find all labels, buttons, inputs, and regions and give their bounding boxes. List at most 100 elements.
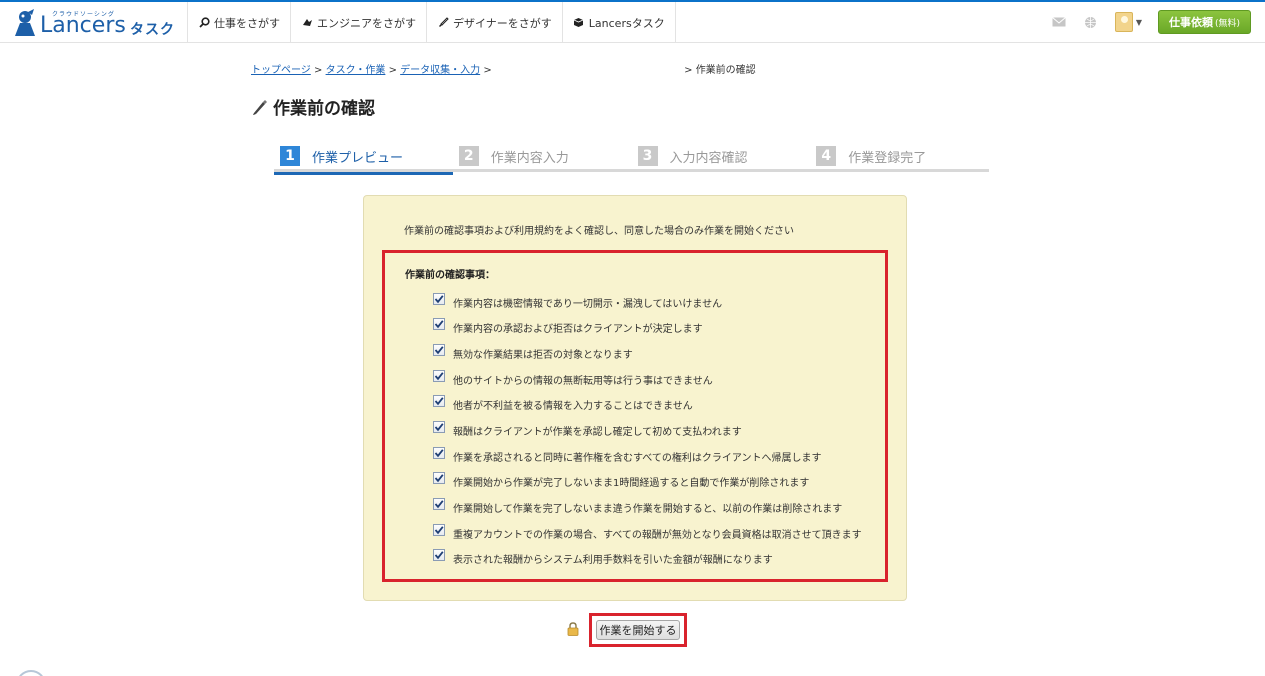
checklist-item: 作業を承認されると同時に著作権を含むすべての権利はクライアントへ帰属します	[433, 447, 822, 464]
breadcrumb-tasks[interactable]: タスク・作業	[326, 65, 386, 76]
breadcrumb-current: 作業前の確認	[695, 65, 756, 76]
brush-icon	[437, 17, 449, 29]
step-label: 作業プレビュー	[312, 150, 404, 166]
breadcrumb-separator: >	[314, 65, 323, 76]
post-job-button[interactable]: 仕事依頼 (無料)	[1157, 10, 1251, 34]
checklist-item: 報酬はクライアントが作業を承認し確定して初めて支払われます	[433, 421, 742, 438]
step-number: 3	[637, 146, 658, 166]
nav-lancers-tasks-label: Lancersタスク	[588, 16, 665, 30]
checklist-item-label: 他のサイトからの情報の無断転用等は行う事はできません	[453, 375, 713, 387]
step-number: 2	[458, 146, 479, 166]
breadcrumb-separator: >	[684, 65, 693, 76]
step-indicator: 1 作業プレビュー 2 作業内容入力 3 入力内容確認 4 作業登録完了	[274, 140, 989, 175]
search-icon	[198, 17, 210, 29]
checklist-item-label: 作業内容の承認および拒否はクライアントが決定します	[453, 323, 703, 335]
checkmark-icon	[434, 551, 444, 560]
checklist-item: 表示された報酬からシステム利用手数料を引いた金額が報酬になります	[433, 549, 773, 566]
checklist-item-label: 表示された報酬からシステム利用手数料を引いた金額が報酬になります	[453, 554, 773, 566]
globe-icon[interactable]	[1083, 15, 1099, 29]
breadcrumb-separator: >	[388, 65, 397, 76]
engineer-icon	[301, 17, 313, 29]
nav-find-designers[interactable]: デザイナーをさがす	[426, 2, 562, 43]
mail-icon[interactable]	[1051, 15, 1067, 29]
lancers-logo[interactable]: クラウドソーシング Lancers タスク	[12, 6, 182, 40]
checkmark-icon	[434, 295, 444, 304]
checklist-item: 無効な作業結果は拒否の対象となります	[433, 344, 633, 361]
pen-icon	[253, 99, 267, 115]
post-job-note: (無料)	[1214, 18, 1240, 29]
checklist-item: 他のサイトからの情報の無断転用等は行う事はできません	[433, 370, 713, 387]
logo-suffix: タスク	[130, 22, 175, 38]
checkbox-checked[interactable]	[433, 549, 445, 561]
checkmark-icon	[434, 346, 444, 355]
checkmark-icon	[434, 372, 444, 381]
header-actions: ▼ 仕事依頼 (無料)	[1051, 9, 1251, 35]
step-number: 4	[816, 146, 837, 166]
checklist-item: 作業開始から作業が完了しないまま1時間経過すると自動で作業が削除されます	[433, 472, 810, 489]
checkbox-checked[interactable]	[433, 447, 445, 459]
checklist-item: 重複アカウントでの作業の場合、すべての報酬が無効となり会員資格は取消させて頂きま…	[433, 524, 862, 541]
step-complete: 4 作業登録完了	[810, 140, 989, 172]
step-input: 2 作業内容入力	[453, 140, 632, 172]
checklist-item: 作業内容は機密情報であり一切開示・漏洩してはいけません	[433, 293, 723, 310]
logo-wordmark: Lancers	[40, 13, 126, 38]
step-label: 作業内容入力	[490, 150, 569, 166]
checkbox-checked[interactable]	[433, 293, 445, 305]
breadcrumb-top[interactable]: トップページ	[251, 65, 311, 76]
start-button-highlight: 作業を開始する	[589, 613, 687, 647]
checkbox-checked[interactable]	[433, 370, 445, 382]
checklist-item: 作業内容の承認および拒否はクライアントが決定します	[433, 318, 703, 335]
checkbox-checked[interactable]	[433, 344, 445, 356]
breadcrumb-data-entry[interactable]: データ収集・入力	[400, 65, 480, 76]
tasks-icon	[573, 17, 585, 29]
checkmark-icon	[434, 474, 444, 483]
breadcrumb: トップページ > タスク・作業 > データ収集・入力 > > 作業前の確認	[251, 61, 756, 76]
checkmark-icon	[434, 526, 444, 535]
checklist-item-label: 報酬はクライアントが作業を承認し確定して初めて支払われます	[453, 426, 742, 438]
lock-icon	[567, 622, 579, 636]
step-number: 1	[280, 146, 300, 166]
checkmark-icon	[434, 397, 444, 406]
page-title-text: 作業前の確認	[273, 99, 375, 119]
checklist-highlight: 作業前の確認事項： 作業内容は機密情報であり一切開示・漏洩してはいけません 作業内…	[382, 250, 888, 582]
nav-lancers-tasks[interactable]: Lancersタスク	[561, 2, 676, 43]
confirmation-panel: 作業前の確認事項および利用規約をよく確認し、同意した場合のみ作業を開始ください …	[363, 195, 907, 601]
checkmark-icon	[434, 423, 444, 432]
nav-find-engineers[interactable]: エンジニアをさがす	[290, 2, 426, 43]
step-label: 作業登録完了	[848, 150, 927, 166]
checklist-item-label: 作業開始して作業を完了しないまま違う作業を開始すると、以前の作業は削除されます	[453, 503, 843, 515]
lancers-mascot-icon	[15, 9, 35, 36]
checklist-item-label: 他者が不利益を被る情報を入力することはできません	[453, 400, 693, 412]
checkmark-icon	[434, 320, 444, 329]
nav-find-jobs-label: 仕事をさがす	[214, 16, 280, 30]
page-title: 作業前の確認	[251, 94, 375, 119]
checklist-item-label: 作業開始から作業が完了しないまま1時間経過すると自動で作業が削除されます	[453, 477, 810, 489]
checklist-item-label: 無効な作業結果は拒否の対象となります	[453, 349, 633, 361]
post-job-label: 仕事依頼	[1168, 16, 1213, 29]
checklist-item-label: 作業を承認されると同時に著作権を含むすべての権利はクライアントへ帰属します	[453, 452, 822, 464]
breadcrumb-separator: >	[483, 65, 492, 76]
start-task-button[interactable]: 作業を開始する	[596, 620, 680, 640]
checkbox-checked[interactable]	[433, 498, 445, 510]
nav-find-jobs[interactable]: 仕事をさがす	[187, 2, 290, 43]
checkbox-checked[interactable]	[433, 395, 445, 407]
checkbox-checked[interactable]	[433, 318, 445, 330]
checkbox-checked[interactable]	[433, 421, 445, 433]
main-nav: 仕事をさがす エンジニアをさがす デザイナーをさがす Lancersタスク	[187, 2, 676, 43]
nav-find-designers-label: デザイナーをさがす	[453, 16, 552, 30]
checklist-item-label: 作業内容は機密情報であり一切開示・漏洩してはいけません	[453, 298, 723, 310]
step-confirm: 3 入力内容確認	[632, 140, 811, 172]
chevron-down-icon[interactable]: ▼	[1136, 18, 1142, 27]
nav-find-engineers-label: エンジニアをさがす	[317, 16, 416, 30]
checkmark-icon	[434, 500, 444, 509]
checklist-item-label: 重複アカウントでの作業の場合、すべての報酬が無効となり会員資格は取消させて頂きま…	[453, 529, 862, 541]
checkbox-checked[interactable]	[433, 472, 445, 484]
checklist-title: 作業前の確認事項：	[405, 270, 495, 281]
confirmation-intro: 作業前の確認事項および利用規約をよく確認し、同意した場合のみ作業を開始ください	[404, 226, 794, 237]
checkmark-icon	[434, 449, 444, 458]
step-preview: 1 作業プレビュー	[274, 140, 453, 175]
avatar[interactable]	[1114, 12, 1133, 32]
step-label: 入力内容確認	[669, 150, 748, 166]
checkbox-checked[interactable]	[433, 524, 445, 536]
corner-badge	[16, 670, 46, 676]
